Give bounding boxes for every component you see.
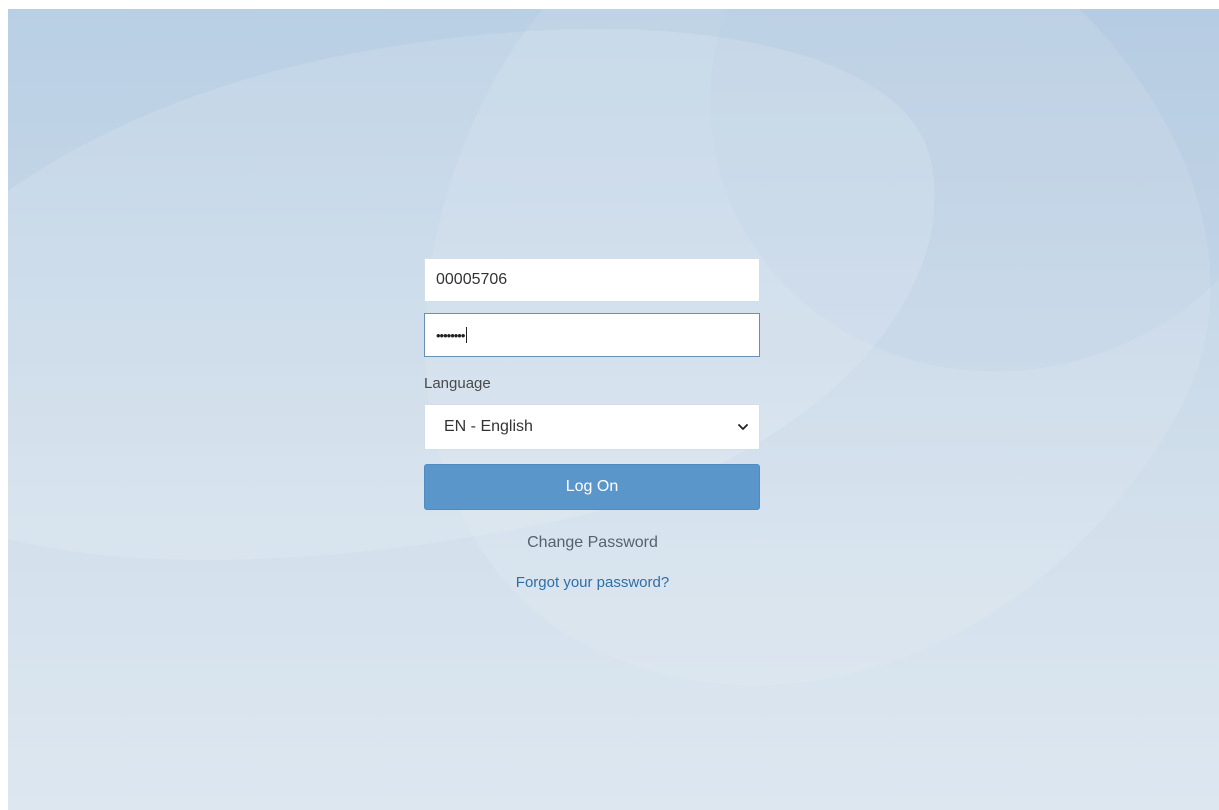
language-selected-value: EN - English — [444, 418, 533, 435]
chevron-down-icon — [737, 421, 749, 433]
username-input[interactable]: 00005706 — [424, 258, 760, 302]
login-page-background: 00005706 •••••••• Language EN - English … — [8, 9, 1219, 810]
text-caret — [466, 327, 468, 343]
username-value: 00005706 — [436, 271, 508, 288]
change-password-link[interactable]: Change Password — [424, 534, 761, 552]
password-input[interactable]: •••••••• — [424, 313, 760, 357]
log-on-button[interactable]: Log On — [424, 464, 760, 510]
login-form: 00005706 •••••••• Language EN - English … — [424, 258, 761, 591]
password-mask: •••••••• — [436, 327, 465, 343]
forgot-password-link[interactable]: Forgot your password? — [424, 574, 761, 591]
language-label: Language — [424, 375, 491, 392]
log-on-label: Log On — [565, 478, 619, 495]
language-select[interactable]: EN - English — [424, 404, 760, 450]
